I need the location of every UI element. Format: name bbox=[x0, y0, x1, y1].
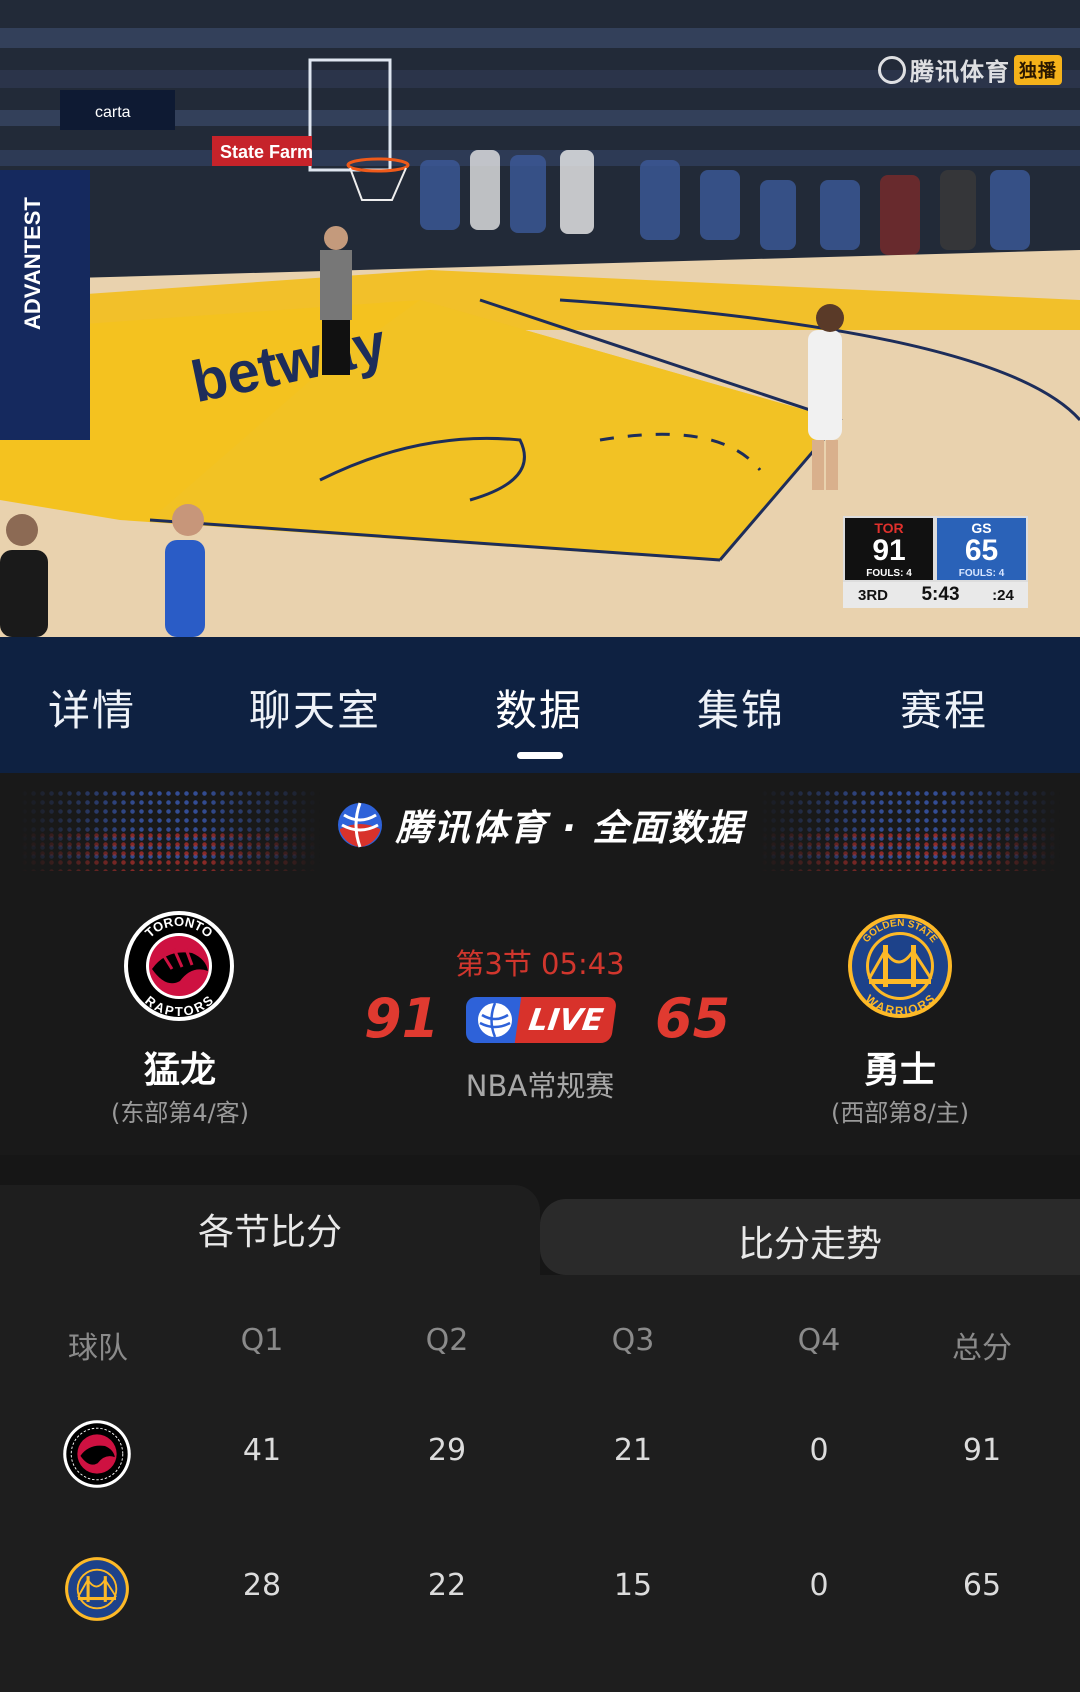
q4-score: 0 bbox=[809, 1568, 829, 1603]
q2-score: 29 bbox=[427, 1433, 467, 1468]
column-header: 总分 bbox=[952, 1331, 1012, 1366]
raptors-logo-icon[interactable]: TORONTO RAPTORS bbox=[122, 909, 236, 1023]
raptors-logo-icon bbox=[63, 1420, 131, 1488]
q1-score: 41 bbox=[242, 1433, 282, 1468]
tab-schedule[interactable]: 赛程 bbox=[900, 677, 988, 738]
live-badge[interactable]: LIVE bbox=[466, 997, 618, 1043]
tv-scorebug: TOR 91 FOULS: 4 GS 65 FOULS: 4 3RD 5:43 … bbox=[843, 516, 1028, 608]
q2-score: 22 bbox=[427, 1568, 467, 1603]
total-score: 65 bbox=[962, 1568, 1002, 1603]
column-header: 球队 bbox=[68, 1331, 128, 1366]
tab-quarter-scores[interactable]: 各节比分 bbox=[0, 1185, 540, 1275]
tab-score-trend[interactable]: 比分走势 bbox=[540, 1199, 1080, 1275]
tab-data[interactable]: 数据 bbox=[495, 677, 583, 738]
tencent-sports-watermark: 腾讯体育 独播 bbox=[878, 52, 1062, 87]
q3-score: 21 bbox=[613, 1433, 653, 1468]
away-team-rank: (东部第4/客) bbox=[110, 1099, 250, 1127]
data-banner: 腾讯体育 · 全面数据 bbox=[0, 773, 1080, 883]
tab-highlights[interactable]: 集锦 bbox=[697, 677, 785, 738]
active-tab-indicator bbox=[517, 752, 563, 759]
tencent-sports-ball-icon bbox=[878, 55, 906, 84]
scorebug-away: TOR 91 FOULS: 4 bbox=[843, 516, 935, 582]
video-player[interactable]: betway ADVANTEST carta State Farm 腾讯体育 独… bbox=[0, 0, 1080, 637]
scorebug-clock-row: 3RD 5:43 :24 bbox=[843, 582, 1028, 608]
away-score: 91 bbox=[364, 987, 440, 1050]
column-header: Q3 bbox=[611, 1323, 655, 1358]
quarter-score-table: 球队 Q1 Q2 Q3 Q4 总分 41 29 21 0 91 28 22 15… bbox=[0, 1275, 1080, 1692]
brand-title: 腾讯体育 · 全面数据 bbox=[0, 799, 1080, 851]
period-clock: 第3节 05:43 bbox=[455, 947, 625, 981]
svg-text:carta: carta bbox=[95, 104, 131, 121]
warriors-logo-icon[interactable]: GOLDEN STATE WARRIORS bbox=[843, 909, 957, 1023]
table-header: 球队 Q1 Q2 Q3 Q4 总分 bbox=[0, 1323, 1080, 1366]
tab-chatroom[interactable]: 聊天室 bbox=[249, 677, 381, 738]
q4-score: 0 bbox=[809, 1433, 829, 1468]
svg-text:ADVANTEST: ADVANTEST bbox=[20, 197, 45, 330]
q3-score: 15 bbox=[613, 1568, 653, 1603]
competition-label: NBA常规赛 bbox=[465, 1069, 615, 1103]
score-subtabs: 比分走势 各节比分 bbox=[0, 1155, 1080, 1275]
scorebug-home: GS 65 FOULS: 4 bbox=[935, 516, 1028, 582]
home-team-rank: (西部第8/主) bbox=[830, 1099, 970, 1127]
tencent-sports-ball-icon bbox=[337, 802, 382, 848]
home-score: 65 bbox=[655, 987, 731, 1050]
q1-score: 28 bbox=[242, 1568, 282, 1603]
column-header: Q2 bbox=[425, 1323, 469, 1358]
table-row: 41 29 21 0 91 bbox=[0, 1411, 1080, 1491]
svg-text:State Farm: State Farm bbox=[220, 142, 313, 162]
table-row: 28 22 15 0 65 bbox=[0, 1546, 1080, 1626]
match-header: TORONTO RAPTORS 猛龙 (东部第4/客) GOLDEN STATE… bbox=[0, 883, 1080, 1155]
away-team-name: 猛龙 bbox=[143, 1050, 216, 1091]
warriors-logo-icon bbox=[65, 1557, 129, 1621]
total-score: 91 bbox=[962, 1433, 1002, 1468]
home-team-name: 勇士 bbox=[863, 1050, 936, 1091]
tab-details[interactable]: 详情 bbox=[48, 677, 136, 738]
column-header: Q4 bbox=[797, 1323, 841, 1358]
column-header: Q1 bbox=[240, 1323, 284, 1358]
